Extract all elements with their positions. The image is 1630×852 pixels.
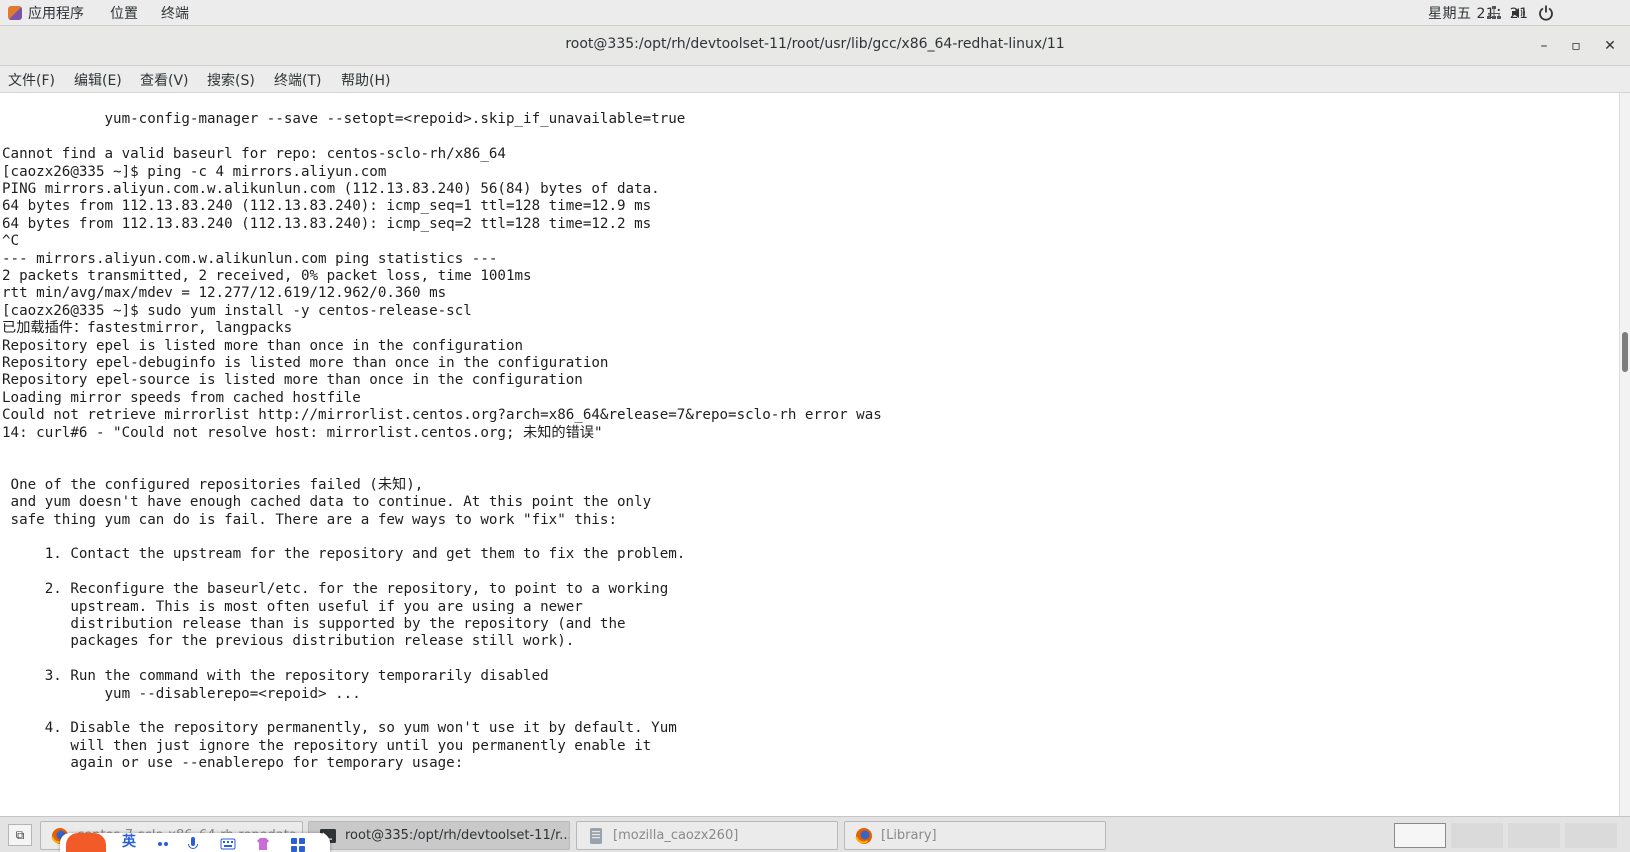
terminal-line: Repository epel-debuginfo is listed more… <box>2 355 609 371</box>
top-panel: 应用程序 位置 终端 星期五 21：21 <box>0 0 1630 26</box>
terminal-line: 已加载插件：fastestmirror, langpacks <box>2 320 293 336</box>
ime-language-toggle[interactable]: 英 <box>122 833 136 852</box>
terminal-line: 3. Run the command with the repository t… <box>2 668 549 684</box>
task-label: [mozilla_caozx260] <box>613 828 739 843</box>
terminal-line: 64 bytes from 112.13.83.240 (112.13.83.2… <box>2 216 652 232</box>
gnome-foot-icon <box>8 6 22 20</box>
menu-file[interactable]: 文件(F) <box>8 70 55 90</box>
taskbar-item-firefox-library[interactable]: [Library] <box>844 821 1106 850</box>
terminal-line: distribution release than is supported b… <box>2 616 626 632</box>
terminal-line: again or use --enablerepo for temporary … <box>2 755 464 771</box>
terminal-line: 2. Reconfigure the baseurl/etc. for the … <box>2 581 669 597</box>
network-icon[interactable] <box>1486 5 1502 21</box>
close-button[interactable]: ✕ <box>1600 36 1620 56</box>
menu-search[interactable]: 搜索(S) <box>207 70 255 90</box>
menu-help[interactable]: 帮助(H) <box>341 70 390 90</box>
terminal-line: Could not retrieve mirrorlist http://mir… <box>2 407 882 423</box>
applications-label: 应用程序 <box>28 6 84 22</box>
workspace-1[interactable] <box>1394 823 1446 848</box>
terminal-line: yum-config-manager --save --setopt=<repo… <box>2 111 686 127</box>
skin-icon[interactable] <box>255 836 271 852</box>
workspace-4[interactable] <box>1565 823 1617 848</box>
terminal-line: safe thing yum can do is fail. There are… <box>2 512 617 528</box>
terminal-line: 1. Contact the upstream for the reposito… <box>2 546 686 562</box>
ime-toolbar[interactable]: 英 <box>60 833 330 852</box>
sogou-logo-icon <box>66 833 106 852</box>
punctuation-icon[interactable] <box>155 836 171 852</box>
terminal-line: One of the configured repositories faile… <box>2 477 424 493</box>
scrollbar-thumb[interactable] <box>1622 332 1628 372</box>
terminal-line: ^C <box>2 233 20 249</box>
menu-view[interactable]: 查看(V) <box>140 70 189 90</box>
terminal-line: 64 bytes from 112.13.83.240 (112.13.83.2… <box>2 198 652 214</box>
terminal-line: Loading mirror speeds from cached hostfi… <box>2 390 361 406</box>
window-titlebar[interactable]: root@335:/opt/rh/devtoolset-11/root/usr/… <box>0 26 1630 66</box>
terminal-line: --- mirrors.aliyun.com.w.alikunlun.com p… <box>2 251 498 267</box>
menu-bar: 文件(F) 编辑(E) 查看(V) 搜索(S) 终端(T) 帮助(H) <box>0 66 1630 93</box>
microphone-icon[interactable] <box>185 836 201 852</box>
applications-menu[interactable]: 应用程序 <box>8 3 84 23</box>
task-label: [Library] <box>881 828 937 843</box>
terminal-line: Repository epel-source is listed more th… <box>2 372 583 388</box>
terminal-output[interactable]: yum-config-manager --save --setopt=<repo… <box>2 93 1618 816</box>
terminal-line: Cannot find a valid baseurl for repo: ce… <box>2 146 506 162</box>
taskbar-item-file-manager[interactable]: [mozilla_caozx260] <box>576 821 838 850</box>
terminal-line: will then just ignore the repository unt… <box>2 738 652 754</box>
taskbar-item-terminal[interactable]: root@335:/opt/rh/devtoolset-11/r... <box>308 821 570 850</box>
menu-terminal[interactable]: 终端(T) <box>274 70 321 90</box>
window-title: root@335:/opt/rh/devtoolset-11/root/usr/… <box>565 36 1065 52</box>
terminal-line: and yum doesn't have enough cached data … <box>2 494 652 510</box>
terminal-line: [caozx26@335 ~]$ ping -c 4 mirrors.aliyu… <box>2 164 387 180</box>
menu-edit[interactable]: 编辑(E) <box>74 70 122 90</box>
show-desktop-button[interactable]: ⧉ <box>8 824 32 846</box>
maximize-button[interactable]: ▫ <box>1566 36 1586 56</box>
toolbox-icon[interactable] <box>290 836 306 852</box>
terminal-line: [caozx26@335 ~]$ sudo yum install -y cen… <box>2 303 472 319</box>
terminal-line: 14: curl#6 - "Could not resolve host: mi… <box>2 425 603 441</box>
minimize-button[interactable]: – <box>1534 36 1554 56</box>
volume-icon[interactable] <box>1510 5 1526 21</box>
workspace-2[interactable] <box>1451 823 1503 848</box>
terminal-line: yum --disablerepo=<repoid> ... <box>2 686 361 702</box>
firefox-icon <box>855 827 872 844</box>
keyboard-icon[interactable] <box>220 836 236 852</box>
terminal-app-menu[interactable]: 终端 <box>161 3 189 23</box>
places-menu[interactable]: 位置 <box>110 3 138 23</box>
terminal-line: packages for the previous distribution r… <box>2 633 575 649</box>
terminal-line: Repository epel is listed more than once… <box>2 338 524 354</box>
terminal-line: PING mirrors.aliyun.com.w.alikunlun.com … <box>2 181 660 197</box>
workspace-3[interactable] <box>1508 823 1560 848</box>
file-manager-icon <box>590 827 602 844</box>
terminal-line: 2 packets transmitted, 2 received, 0% pa… <box>2 268 532 284</box>
terminal-line: rtt min/avg/max/mdev = 12.277/12.619/12.… <box>2 285 447 301</box>
terminal-scrollbar[interactable] <box>1619 93 1630 816</box>
task-label: root@335:/opt/rh/devtoolset-11/r... <box>345 828 570 843</box>
terminal-line: upstream. This is most often useful if y… <box>2 599 583 615</box>
terminal-line: 4. Disable the repository permanently, s… <box>2 720 677 736</box>
show-desktop-icon: ⧉ <box>15 828 25 842</box>
power-icon[interactable] <box>1538 5 1554 21</box>
